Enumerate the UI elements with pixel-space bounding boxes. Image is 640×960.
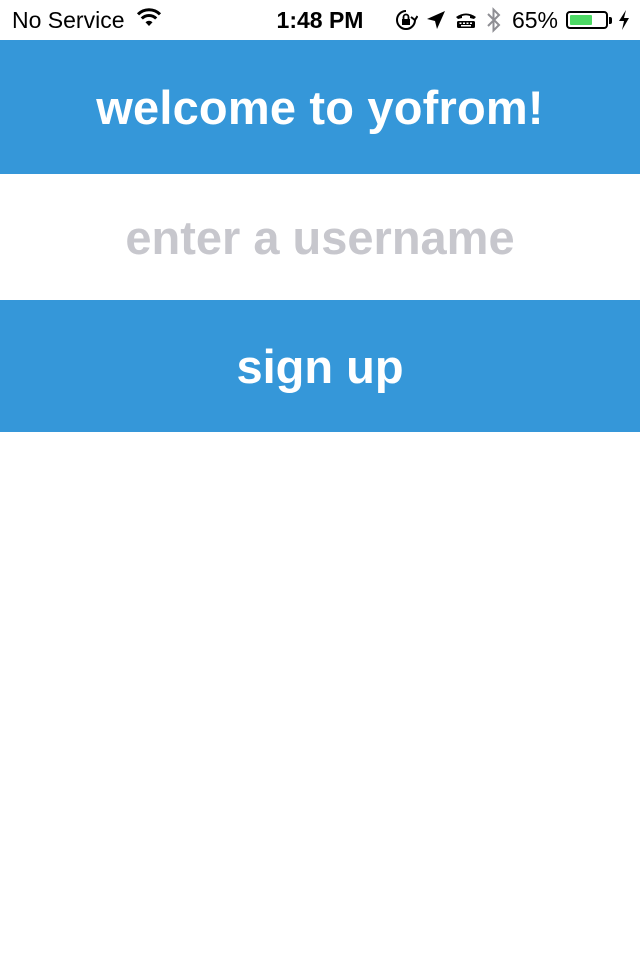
status-time: 1:48 PM bbox=[276, 6, 364, 33]
battery-icon bbox=[566, 11, 612, 29]
status-bar: No Service 1:48 PM 65% bbox=[0, 0, 640, 40]
battery-percentage: 65% bbox=[511, 6, 558, 33]
username-field-container bbox=[0, 174, 640, 300]
rotation-lock-icon bbox=[394, 8, 418, 32]
carrier-label: No Service bbox=[12, 6, 125, 33]
sign-up-button[interactable]: sign up bbox=[0, 300, 640, 432]
battery-fill bbox=[570, 15, 593, 25]
tty-icon bbox=[454, 11, 478, 29]
sign-up-label: sign up bbox=[236, 339, 404, 393]
bluetooth-icon bbox=[486, 7, 502, 33]
status-bar-left: No Service bbox=[12, 0, 162, 40]
charging-bolt-icon bbox=[618, 10, 630, 30]
wifi-icon bbox=[136, 7, 162, 34]
location-arrow-icon bbox=[426, 10, 446, 30]
welcome-header: welcome to yofrom! bbox=[0, 40, 640, 174]
username-input[interactable] bbox=[18, 196, 622, 278]
welcome-title: welcome to yofrom! bbox=[96, 80, 544, 134]
status-bar-right: 65% bbox=[386, 0, 630, 40]
empty-content-area bbox=[0, 432, 640, 960]
